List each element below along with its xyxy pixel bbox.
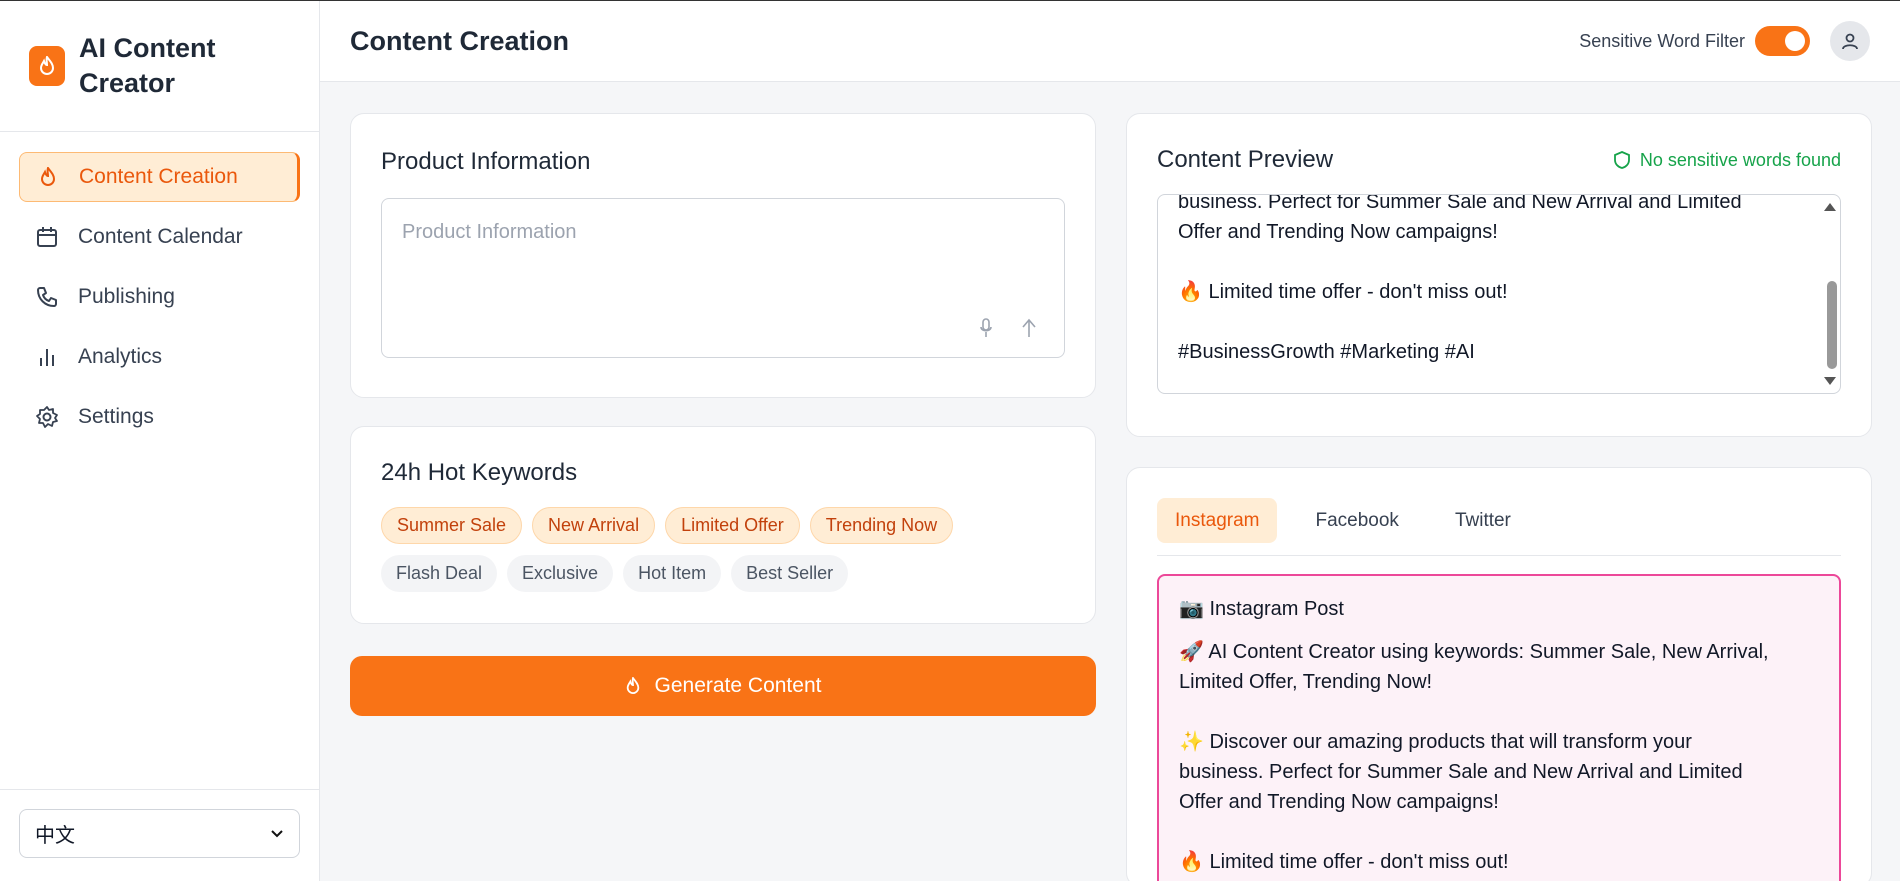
sidebar-item-label: Publishing	[78, 285, 175, 308]
topbar-right: Sensitive Word Filter	[1579, 21, 1870, 61]
flame-icon	[625, 677, 641, 695]
platform-tabs: Instagram Facebook Twitter	[1157, 498, 1841, 556]
product-info-title: Product Information	[381, 148, 591, 175]
scroll-thumb[interactable]	[1827, 281, 1837, 369]
sidebar-item-label: Content Creation	[79, 165, 238, 188]
instagram-post-header: 📷 Instagram Post	[1179, 598, 1344, 620]
sensitive-filter-label: Sensitive Word Filter	[1579, 30, 1745, 51]
keyword-chip-best-seller[interactable]: Best Seller	[731, 555, 849, 592]
scroll-up-arrow-icon[interactable]	[1824, 203, 1836, 211]
sensitive-filter-toggle[interactable]	[1755, 26, 1810, 56]
bar-chart-icon	[34, 344, 60, 370]
keyword-chip-hot-item[interactable]: Hot Item	[623, 555, 722, 592]
sidebar-item-analytics[interactable]: Analytics	[19, 332, 300, 382]
keyword-chip-summer-sale[interactable]: Summer Sale	[381, 507, 523, 544]
brand-title: AI Content Creator	[79, 33, 216, 98]
preview-scrollbar[interactable]	[1822, 195, 1840, 393]
chevron-down-icon	[270, 822, 284, 845]
sidebar-item-label: Settings	[78, 405, 154, 428]
sidebar-item-publishing[interactable]: Publishing	[19, 272, 300, 322]
content-preview-title: Content Preview	[1157, 146, 1334, 173]
sidebar-item-settings[interactable]: Settings	[19, 392, 300, 442]
keyword-chip-limited-offer[interactable]: Limited Offer	[665, 507, 800, 544]
content-area: Product Information Product Information	[320, 82, 1900, 881]
microphone-icon[interactable]	[980, 318, 992, 343]
avatar[interactable]	[1830, 21, 1870, 61]
flame-icon	[29, 46, 65, 86]
tab-instagram[interactable]: Instagram	[1157, 498, 1278, 543]
keyword-chips: Summer Sale New Arrival Limited Offer Tr…	[381, 507, 1071, 592]
product-info-input[interactable]: Product Information	[381, 198, 1065, 358]
sidebar-nav: Content Creation Content Calendar Publis…	[0, 132, 319, 789]
sidebar-item-content-creation[interactable]: Content Creation	[19, 152, 300, 202]
page-title: Content Creation	[350, 25, 569, 56]
preview-header: Content Preview No sensitive words found	[1157, 146, 1841, 174]
scroll-down-arrow-icon[interactable]	[1824, 377, 1836, 385]
phone-icon	[34, 284, 60, 310]
sidebar-item-label: Content Calendar	[78, 225, 243, 248]
sensitive-status-text: No sensitive words found	[1639, 149, 1841, 170]
gear-icon	[34, 404, 60, 430]
instagram-post-text: 🚀 AI Content Creator using keywords: Sum…	[1179, 641, 1769, 873]
input-actions	[980, 318, 1036, 343]
hot-keywords-title: 24h Hot Keywords	[381, 459, 578, 486]
sensitive-status: No sensitive words found	[1613, 149, 1841, 171]
tab-twitter[interactable]: Twitter	[1437, 498, 1529, 543]
flame-icon	[35, 164, 61, 190]
send-icon[interactable]	[1022, 318, 1036, 343]
keyword-chip-exclusive[interactable]: Exclusive	[507, 555, 614, 592]
content-preview-card: Content Preview No sensitive words found…	[1126, 113, 1872, 437]
shield-icon	[1613, 151, 1630, 169]
product-info-placeholder: Product Information	[402, 221, 577, 243]
tab-facebook[interactable]: Facebook	[1297, 498, 1416, 543]
app-root: AI Content Creator Content Creation Cont…	[0, 0, 1900, 881]
sidebar-item-label: Analytics	[78, 345, 163, 368]
generate-content-label: Generate Content	[654, 674, 822, 697]
user-icon	[1842, 33, 1858, 50]
main: Content Creation Sensitive Word Filter P…	[320, 1, 1900, 881]
language-select[interactable]: 中文	[19, 809, 300, 858]
language-selected: 中文	[35, 825, 75, 847]
sidebar: AI Content Creator Content Creation Cont…	[0, 1, 320, 881]
instagram-post-box: 📷 Instagram Post 🚀 AI Content Creator us…	[1157, 574, 1841, 881]
platform-card: Instagram Facebook Twitter 📷 Instagram P…	[1126, 467, 1872, 881]
content-preview-text: business. Perfect for Summer Sale and Ne…	[1178, 194, 1742, 363]
calendar-icon	[34, 224, 60, 250]
keyword-chip-trending-now[interactable]: Trending Now	[809, 507, 954, 544]
keyword-chip-new-arrival[interactable]: New Arrival	[532, 507, 656, 544]
content-preview-box[interactable]: business. Perfect for Summer Sale and Ne…	[1157, 194, 1841, 394]
brand: AI Content Creator	[0, 1, 319, 132]
sidebar-footer: 中文	[0, 789, 319, 881]
keyword-chip-flash-deal[interactable]: Flash Deal	[381, 555, 498, 592]
hot-keywords-card: 24h Hot Keywords Summer Sale New Arrival…	[350, 426, 1096, 624]
product-info-card: Product Information Product Information	[350, 113, 1096, 398]
topbar: Content Creation Sensitive Word Filter	[320, 1, 1900, 82]
generate-content-button[interactable]: Generate Content	[350, 656, 1096, 716]
sidebar-item-content-calendar[interactable]: Content Calendar	[19, 212, 300, 262]
